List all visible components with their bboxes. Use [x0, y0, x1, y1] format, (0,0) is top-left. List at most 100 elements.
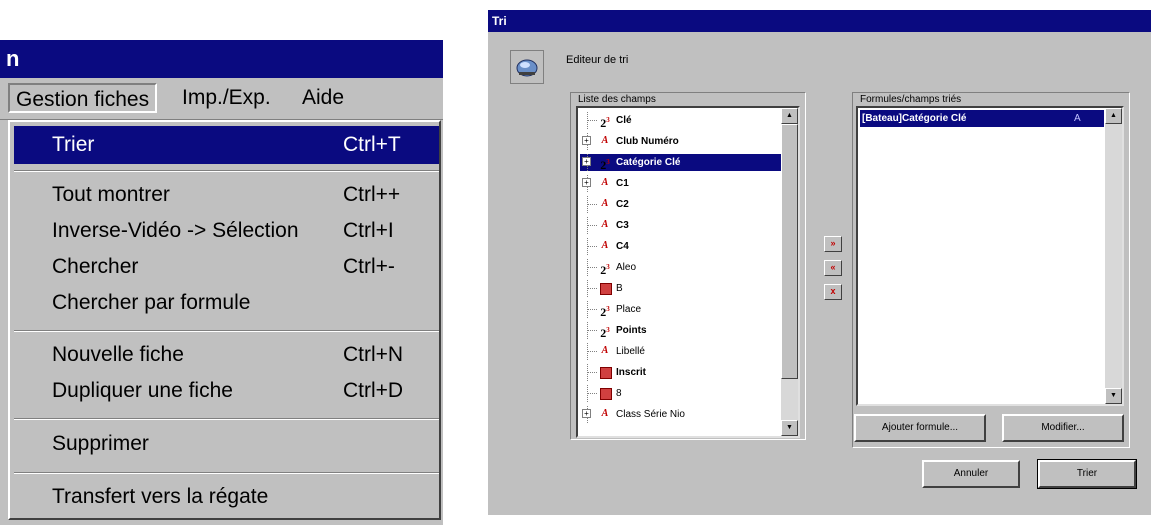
number-icon: 23	[600, 116, 610, 130]
field-item[interactable]: 23 Points	[580, 322, 790, 340]
tree-branch	[588, 351, 597, 352]
tree-branch	[588, 267, 597, 268]
menu-item-label: Nouvelle fiche	[52, 343, 184, 366]
menu-separator	[14, 170, 439, 172]
fields-scrollbar[interactable]: ▲ ▼	[781, 108, 798, 436]
field-item[interactable]: A C2	[580, 196, 790, 213]
menu-item-inverse-video[interactable]: Inverse-Vidéo -> Sélection Ctrl+I	[14, 212, 439, 250]
scroll-down-button[interactable]: ▼	[781, 420, 798, 436]
sorted-item[interactable]: [Bateau]Catégorie Clé A	[860, 110, 1104, 127]
scroll-up-button[interactable]: ▲	[1105, 108, 1122, 124]
field-name: C3	[616, 220, 629, 231]
menu-item-chercher-par-formule[interactable]: Chercher par formule	[14, 284, 439, 322]
expand-icon[interactable]: +	[582, 157, 591, 166]
add-formula-button[interactable]: Ajouter formule...	[854, 414, 986, 442]
expand-icon[interactable]: +	[582, 178, 591, 187]
fields-listbox[interactable]: 23 Clé + A Club Numéro +23 Catégorie Clé + A C1 A C…	[576, 106, 800, 438]
field-name: Aleo	[616, 262, 637, 273]
field-item[interactable]: Inscrit	[580, 364, 790, 381]
field-name: Clé	[616, 115, 632, 126]
field-item[interactable]: A Libellé	[580, 343, 790, 360]
tree-branch	[588, 393, 597, 394]
picture-icon	[600, 367, 612, 379]
menu-item-tout-montrer[interactable]: Tout montrer Ctrl++	[14, 176, 439, 214]
field-name: Points	[616, 325, 647, 336]
editor-label: Editeur de tri	[566, 54, 629, 66]
expand-icon[interactable]: +	[582, 136, 591, 145]
modify-button[interactable]: Modifier...	[1002, 414, 1124, 442]
menu-aide[interactable]: Aide	[296, 83, 350, 113]
scroll-thumb[interactable]	[781, 124, 798, 379]
menu-item-shortcut: Ctrl+I	[343, 219, 394, 242]
menu-separator	[14, 472, 439, 474]
tree-branch	[588, 225, 597, 226]
menu-item-label: Chercher	[52, 255, 139, 278]
sorted-listbox[interactable]: [Bateau]Catégorie Clé A ▲ ▼	[856, 106, 1124, 406]
menu-item-transfert-regate[interactable]: Transfert vers la régate	[14, 478, 439, 516]
text-icon: A	[601, 219, 609, 230]
menu-item-label: Transfert vers la régate	[52, 485, 269, 508]
menu-item-shortcut: Ctrl+T	[343, 133, 401, 156]
menu-separator	[14, 330, 439, 332]
dialog-title: Tri	[492, 14, 507, 28]
field-item[interactable]: +23 Catégorie Clé	[580, 154, 790, 172]
menu-item-shortcut: Ctrl++	[343, 183, 401, 206]
sorted-scrollbar[interactable]: ▲ ▼	[1105, 108, 1122, 404]
tree-branch	[588, 204, 597, 205]
sorted-panel-title: Formules/champs triés	[860, 94, 962, 105]
tree-branch	[588, 309, 597, 310]
field-item[interactable]: A C4	[580, 238, 790, 255]
menu-item-label: Supprimer	[52, 432, 149, 455]
expand-icon[interactable]: +	[582, 409, 591, 418]
field-name: C2	[616, 199, 629, 210]
menu-imp-exp[interactable]: Imp./Exp.	[176, 83, 277, 113]
text-icon: A	[601, 177, 609, 188]
menu-item-label: Dupliquer une fiche	[52, 379, 233, 402]
number-icon: 23	[600, 158, 610, 172]
scroll-down-button[interactable]: ▼	[1105, 388, 1122, 404]
menu-item-shortcut: Ctrl+D	[343, 379, 404, 402]
menu-window: n Gestion fiches Imp./Exp. Aide Trier Ct…	[0, 40, 443, 525]
field-name: Inscrit	[616, 367, 647, 378]
tree-branch	[588, 330, 597, 331]
field-name: C1	[616, 178, 629, 189]
number-icon: 23	[600, 326, 610, 340]
add-field-button[interactable]: »	[824, 236, 842, 252]
field-item[interactable]: 23 Place	[580, 301, 790, 319]
menu-item-dupliquer-fiche[interactable]: Dupliquer une fiche Ctrl+D	[14, 372, 439, 410]
menu-item-trier[interactable]: Trier Ctrl+T	[14, 126, 439, 164]
field-name: B	[616, 283, 623, 294]
field-item[interactable]: A C3	[580, 217, 790, 234]
menu-item-chercher[interactable]: Chercher Ctrl+-	[14, 248, 439, 286]
menu-item-supprimer[interactable]: Supprimer	[14, 425, 439, 463]
menu-item-nouvelle-fiche[interactable]: Nouvelle fiche Ctrl+N	[14, 336, 439, 374]
text-icon: A	[601, 408, 609, 419]
field-name: Class Série Nio	[616, 409, 685, 420]
field-item[interactable]: 8	[580, 385, 790, 402]
fields-panel-title: Liste des champs	[578, 94, 656, 105]
picture-icon	[600, 388, 612, 400]
window-title: n	[6, 46, 20, 71]
sort-button[interactable]: Trier	[1037, 459, 1137, 489]
text-icon: A	[601, 135, 609, 146]
picture-icon	[600, 283, 612, 295]
text-icon: A	[601, 240, 609, 251]
clear-fields-button[interactable]: x	[824, 284, 842, 300]
field-item[interactable]: 23 Aleo	[580, 259, 790, 277]
tree-branch	[588, 372, 597, 373]
menu-gestion-fiches[interactable]: Gestion fiches	[8, 83, 158, 113]
field-item[interactable]: 23 Clé	[580, 112, 790, 130]
field-item[interactable]: B	[580, 280, 790, 297]
scroll-up-button[interactable]: ▲	[781, 108, 798, 124]
remove-field-button[interactable]: «	[824, 260, 842, 276]
text-icon: A	[601, 345, 609, 356]
field-item[interactable]: + A Class Série Nio	[580, 406, 790, 423]
field-item[interactable]: + A C1	[580, 175, 790, 192]
menu-item-label: Trier	[52, 133, 95, 156]
gestion-fiches-dropdown: Trier Ctrl+T Tout montrer Ctrl++ Inverse…	[8, 120, 441, 520]
menu-bar: Gestion fiches Imp./Exp. Aide	[0, 78, 443, 120]
menu-item-shortcut: Ctrl+-	[343, 255, 395, 278]
cancel-button[interactable]: Annuler	[922, 460, 1020, 488]
field-item[interactable]: + A Club Numéro	[580, 133, 790, 150]
tree-branch	[588, 120, 597, 121]
